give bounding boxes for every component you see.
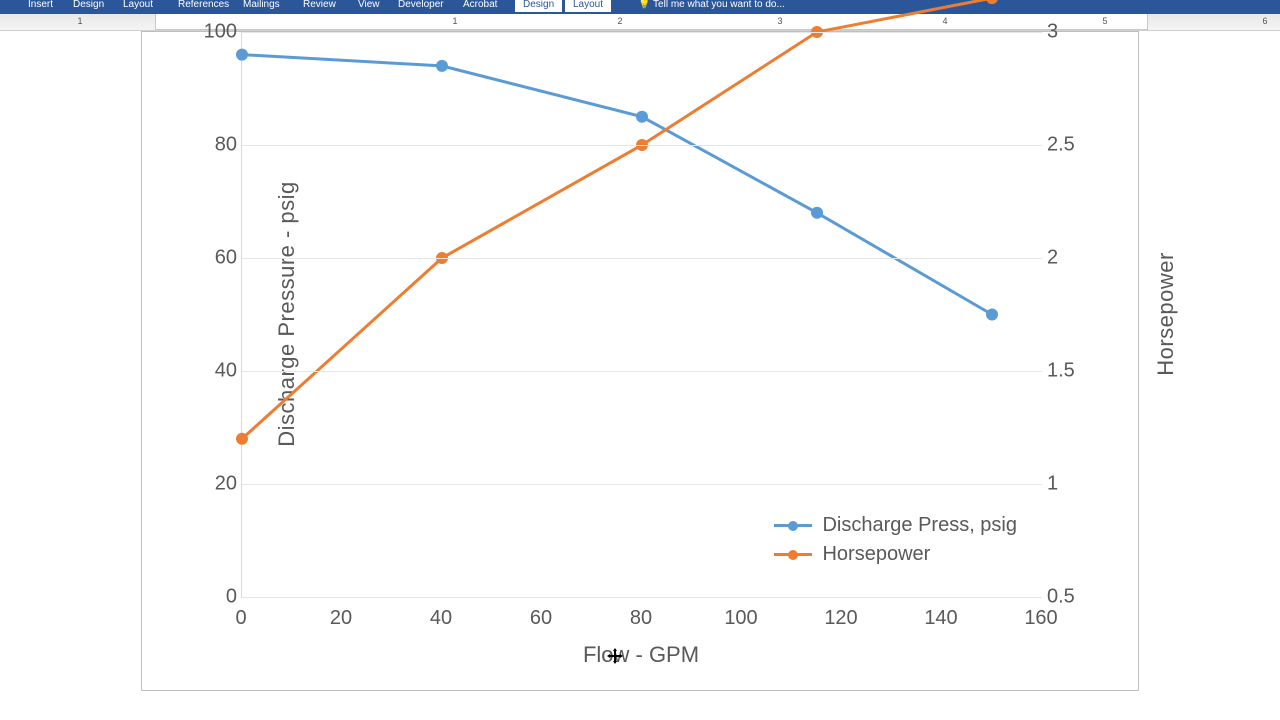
legend[interactable]: Discharge Press, psig Horsepower (774, 508, 1017, 572)
gridline (242, 597, 1042, 598)
y-left-tick-label: 0 (187, 586, 237, 609)
gridline (242, 32, 1042, 33)
data-point[interactable] (436, 60, 448, 72)
ruler-number: 6 (1262, 16, 1267, 26)
ribbon-tab[interactable]: View (350, 0, 388, 12)
gridline (242, 484, 1042, 485)
x-tick-label: 100 (724, 607, 757, 630)
ribbon-tab[interactable]: Acrobat (455, 0, 505, 12)
x-tick-label: 160 (1024, 607, 1057, 630)
plot-area[interactable]: Discharge Press, psig Horsepower (241, 32, 1042, 598)
y-axis-right-title: Horsepower (1153, 252, 1179, 376)
ruler-number: 3 (777, 16, 782, 26)
y-right-tick-label: 2 (1047, 247, 1058, 270)
ruler-number: 1 (77, 16, 82, 26)
chart-object[interactable]: Discharge Pressure - psig Horsepower Flo… (141, 31, 1139, 691)
ribbon-tab[interactable]: Developer (390, 0, 452, 12)
ribbon-tab[interactable]: Design (65, 0, 112, 12)
legend-label: Discharge Press, psig (822, 514, 1017, 537)
gridline (242, 258, 1042, 259)
ribbon-bar: InsertDesignLayoutReferencesMailingsRevi… (0, 0, 1280, 14)
x-tick-label: 60 (530, 607, 552, 630)
data-point[interactable] (236, 49, 248, 61)
y-left-tick-label: 40 (187, 360, 237, 383)
ribbon-tab[interactable]: Layout (565, 0, 611, 12)
y-right-tick-label: 0.5 (1047, 586, 1075, 609)
legend-swatch (774, 553, 812, 556)
y-left-tick-label: 20 (187, 473, 237, 496)
y-left-tick-label: 60 (187, 247, 237, 270)
y-left-tick-label: 80 (187, 134, 237, 157)
legend-label: Horsepower (822, 543, 930, 566)
y-right-tick-label: 2.5 (1047, 134, 1075, 157)
gridline (242, 145, 1042, 146)
x-tick-label: 20 (330, 607, 352, 630)
ruler-number: 4 (942, 16, 947, 26)
x-tick-label: 0 (235, 607, 246, 630)
x-tick-label: 40 (430, 607, 452, 630)
x-tick-label: 120 (824, 607, 857, 630)
ruler-number: 2 (617, 16, 622, 26)
x-axis-title: Flow - GPM (241, 642, 1041, 668)
series-line[interactable] (242, 55, 992, 315)
tell-me-search[interactable]: 💡 Tell me what you want to do... (630, 0, 793, 12)
x-tick-label: 80 (630, 607, 652, 630)
y-right-tick-label: 3 (1047, 21, 1058, 44)
data-point[interactable] (811, 207, 823, 219)
legend-entry[interactable]: Horsepower (774, 543, 1017, 566)
ribbon-tab[interactable]: Design (515, 0, 562, 12)
y-right-tick-label: 1.5 (1047, 360, 1075, 383)
ribbon-tab[interactable]: Review (295, 0, 344, 12)
ribbon-tab[interactable]: Mailings (235, 0, 288, 12)
ribbon-tab[interactable]: Layout (115, 0, 161, 12)
ruler-number: 1 (452, 16, 457, 26)
legend-swatch (774, 524, 812, 527)
series-line[interactable] (242, 0, 992, 439)
ribbon-tab[interactable]: References (170, 0, 237, 12)
data-point[interactable] (636, 111, 648, 123)
data-point[interactable] (236, 433, 248, 445)
legend-entry[interactable]: Discharge Press, psig (774, 514, 1017, 537)
y-right-tick-label: 1 (1047, 473, 1058, 496)
y-left-tick-label: 100 (187, 21, 237, 44)
x-tick-label: 140 (924, 607, 957, 630)
ribbon-tab[interactable]: Insert (20, 0, 61, 12)
ruler-number: 5 (1102, 16, 1107, 26)
data-point[interactable] (986, 309, 998, 321)
gridline (242, 371, 1042, 372)
